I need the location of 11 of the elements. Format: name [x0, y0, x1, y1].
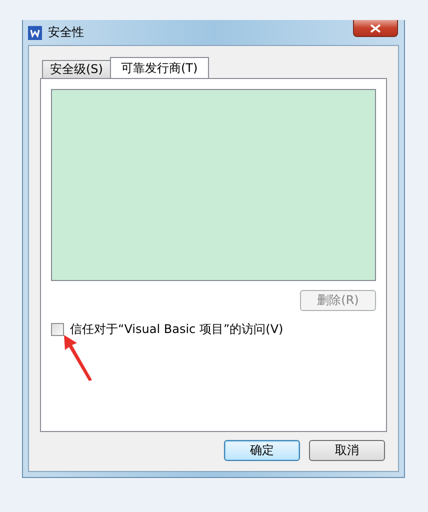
ok-button[interactable]: 确定 — [224, 440, 300, 461]
app-logo-icon — [28, 26, 42, 40]
close-button[interactable] — [353, 20, 398, 37]
cancel-button[interactable]: 取消 — [309, 440, 385, 461]
tab[interactable]: 可靠发行商(T) — [110, 57, 209, 78]
checkbox-label[interactable]: 信任对于“Visual Basic 项目”的访问(V) — [70, 321, 284, 338]
checkbox[interactable] — [51, 323, 64, 336]
tab[interactable]: 安全级(S) — [42, 60, 111, 78]
close-icon — [370, 24, 381, 32]
window-title: 安全性 — [48, 24, 84, 41]
annotation-arrow — [62, 334, 94, 382]
